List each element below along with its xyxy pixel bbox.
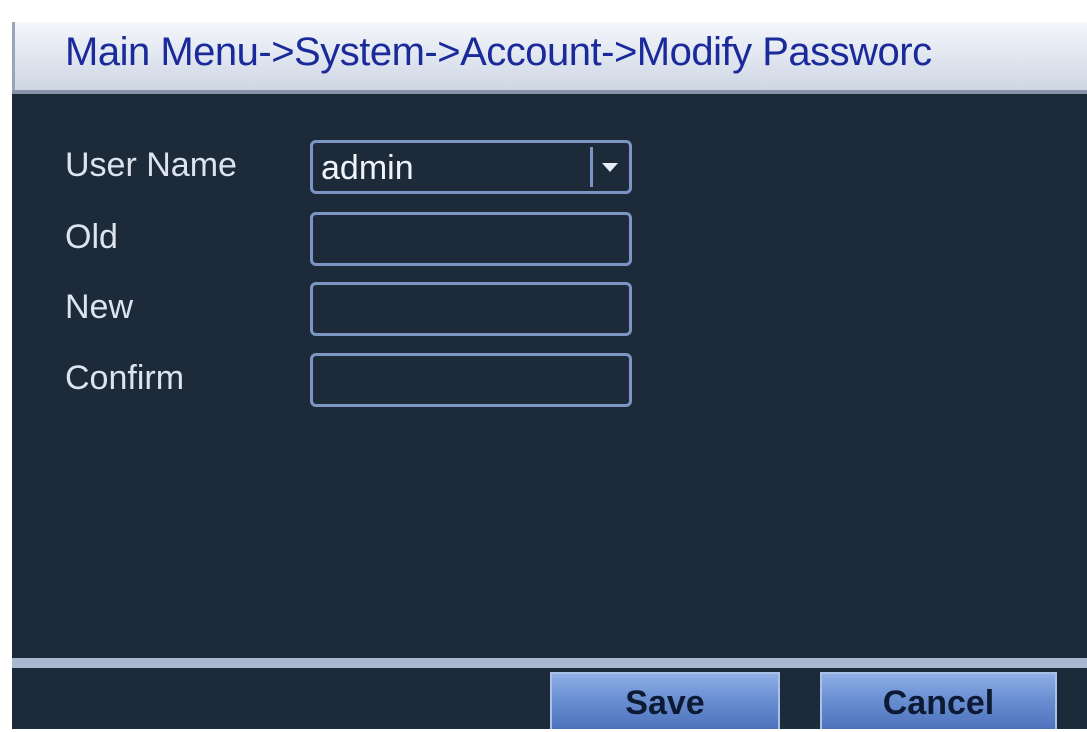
new-password-field[interactable] bbox=[310, 282, 632, 336]
select-divider bbox=[590, 147, 593, 187]
new-password-label: New bbox=[65, 288, 134, 326]
breadcrumb-title: Main Menu->System->Account->Modify Passw… bbox=[65, 30, 932, 74]
confirm-password-label: Confirm bbox=[65, 359, 185, 397]
user-name-select-value: admin bbox=[321, 149, 414, 187]
user-name-label: User Name bbox=[65, 146, 237, 184]
user-name-select[interactable]: admin bbox=[310, 140, 632, 194]
dialog-window: Main Menu->System->Account->Modify Passw… bbox=[0, 0, 1087, 729]
chevron-down-icon[interactable] bbox=[602, 163, 618, 172]
old-password-label: Old bbox=[65, 218, 118, 256]
title-bar: Main Menu->System->Account->Modify Passw… bbox=[12, 22, 1087, 90]
cancel-button[interactable]: Cancel bbox=[820, 672, 1057, 729]
form-panel: User Name admin Old New Confirm bbox=[12, 94, 1087, 658]
old-password-field[interactable] bbox=[310, 212, 632, 266]
confirm-password-field[interactable] bbox=[310, 353, 632, 407]
save-button[interactable]: Save bbox=[550, 672, 780, 729]
footer-separator bbox=[12, 658, 1087, 668]
